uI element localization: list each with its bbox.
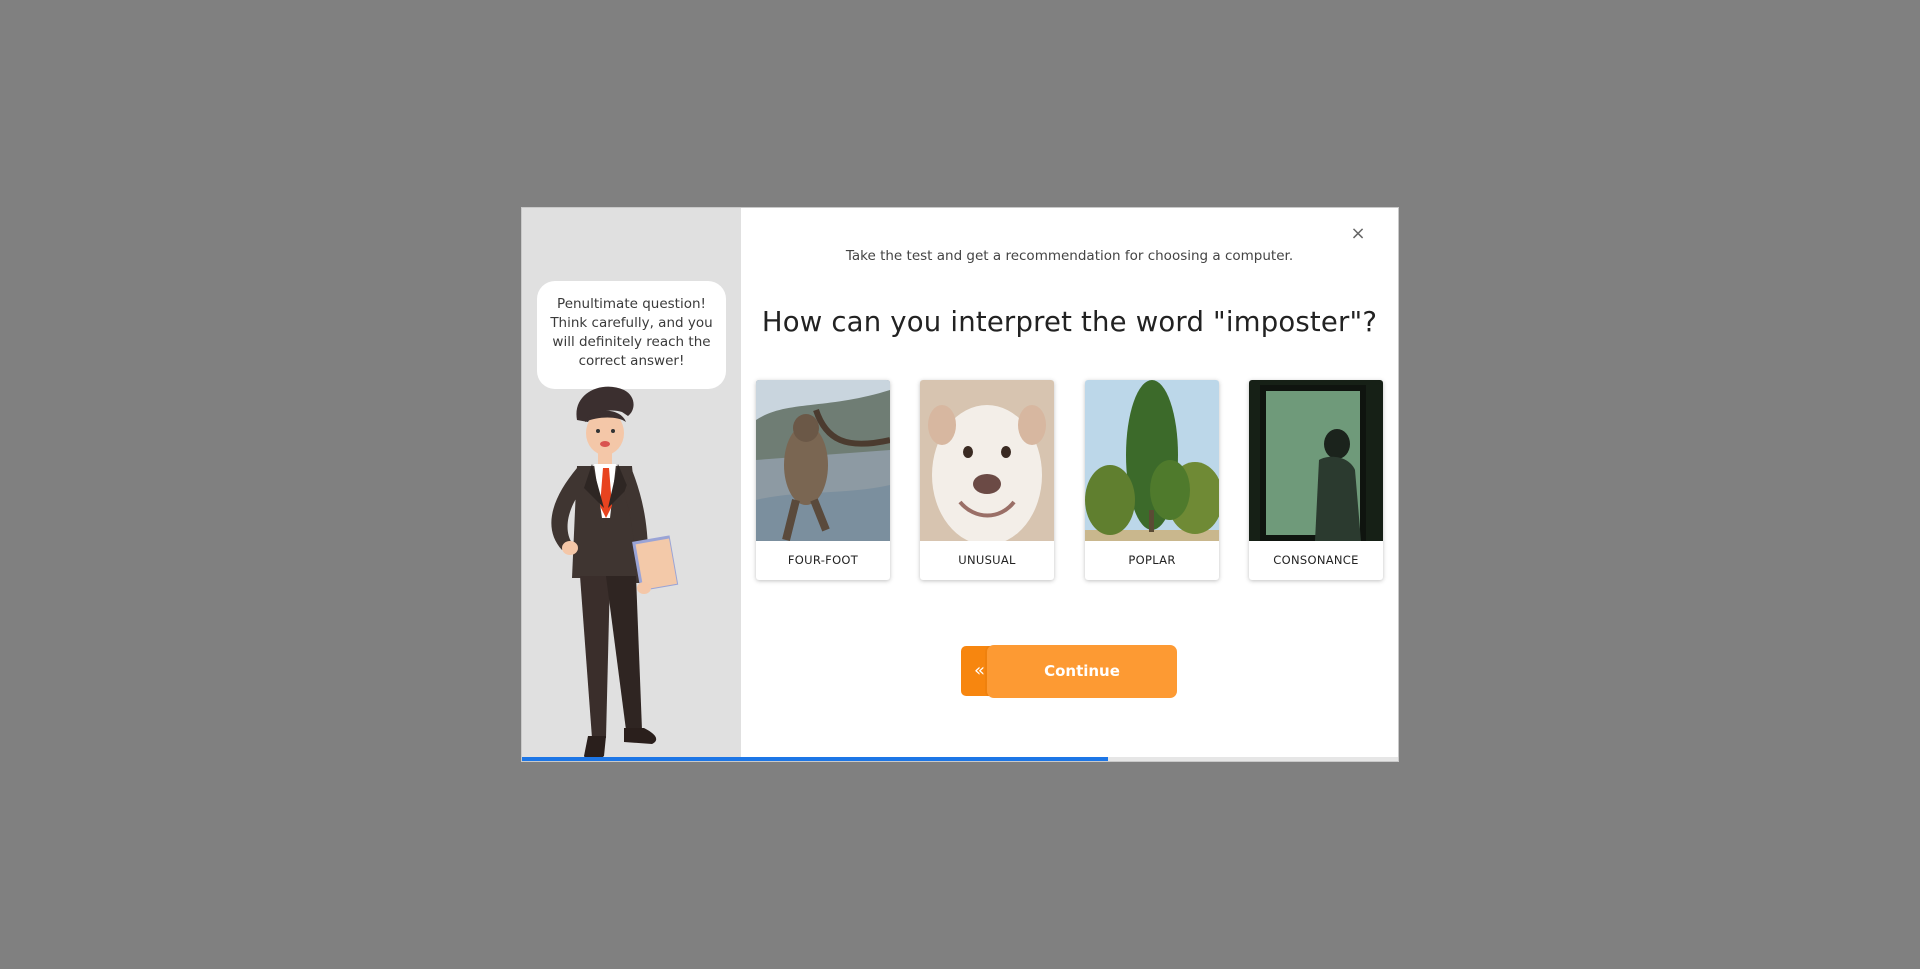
assistant-panel: Penultimate question! Think carefully, a… [522,208,741,761]
speech-bubble: Penultimate question! Think carefully, a… [537,281,726,389]
question-title: How can you interpret the word "imposter… [761,306,1378,338]
question-panel: × Take the test and get a recommendation… [741,208,1398,761]
close-button[interactable]: × [1348,224,1368,244]
option-label: POPLAR [1128,553,1176,567]
quiz-subtitle: Take the test and get a recommendation f… [845,248,1294,264]
answer-options: FOUR-FOOT UNUSUAL POPLAR CONSONANCE [756,380,1386,582]
quiz-modal: Penultimate question! Think carefully, a… [521,207,1399,762]
creature-in-tree-image [756,380,890,541]
answer-option-unusual[interactable]: UNUSUAL [920,380,1054,580]
answer-option-poplar[interactable]: POPLAR [1085,380,1219,580]
option-label: CONSONANCE [1273,553,1359,567]
smiling-dog-image [920,380,1054,541]
option-label: UNUSUAL [958,553,1016,567]
person-at-window-image [1249,380,1383,541]
continue-button[interactable]: Continue [987,645,1177,698]
progress-fill [522,757,1108,761]
answer-option-consonance[interactable]: CONSONANCE [1249,380,1383,580]
answer-option-four-foot[interactable]: FOUR-FOOT [756,380,890,580]
option-label: FOUR-FOOT [787,553,859,567]
poplar-trees-image [1085,380,1219,541]
businessman-illustration [551,386,679,761]
progress-bar [522,757,1398,761]
